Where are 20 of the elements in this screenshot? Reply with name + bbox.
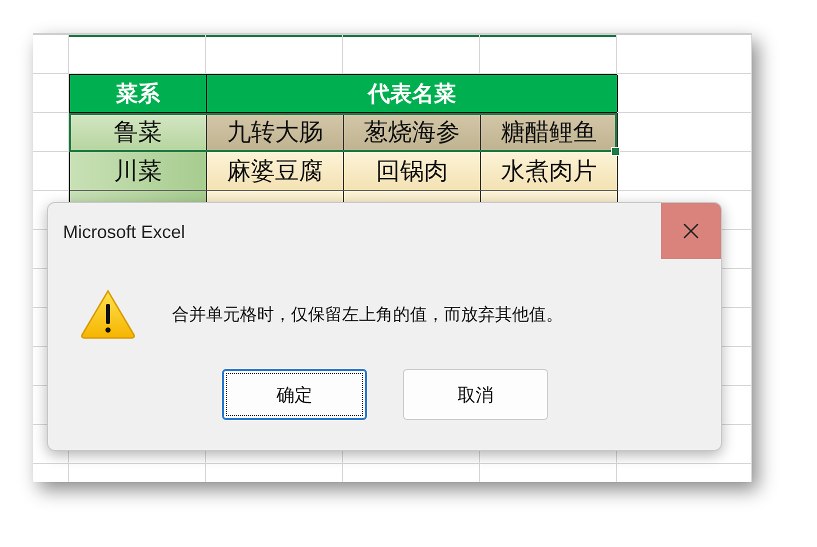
dialog-title: Microsoft Excel [63, 222, 186, 243]
grid-cell [33, 113, 69, 152]
table-cell: 糖醋鲤鱼 [481, 113, 618, 152]
table-cell: 九转大肠 [207, 113, 344, 152]
cancel-button[interactable]: 取消 [403, 369, 548, 420]
table-cell: 回锅肉 [344, 152, 481, 191]
table-cell: 麻婆豆腐 [207, 152, 344, 191]
grid-cell [33, 152, 69, 191]
table-cell: 川菜 [70, 152, 207, 191]
header-cell: 菜系 [70, 75, 207, 112]
ok-button[interactable]: 确定 [222, 369, 367, 420]
table-cell: 鲁菜 [70, 113, 207, 152]
dialog-message: 合并单元格时，仅保留左上角的值，而放弃其他值。 [172, 304, 563, 326]
table-row[interactable]: 川菜 麻婆豆腐 回锅肉 水煮肉片 [69, 152, 617, 191]
fill-handle[interactable] [611, 147, 620, 156]
table-cell: 葱烧海参 [344, 113, 481, 152]
grid-cell [33, 74, 69, 113]
header-cell: 代表名菜 [207, 75, 618, 112]
warning-icon [80, 289, 136, 339]
table-cell: 水煮肉片 [481, 152, 618, 191]
